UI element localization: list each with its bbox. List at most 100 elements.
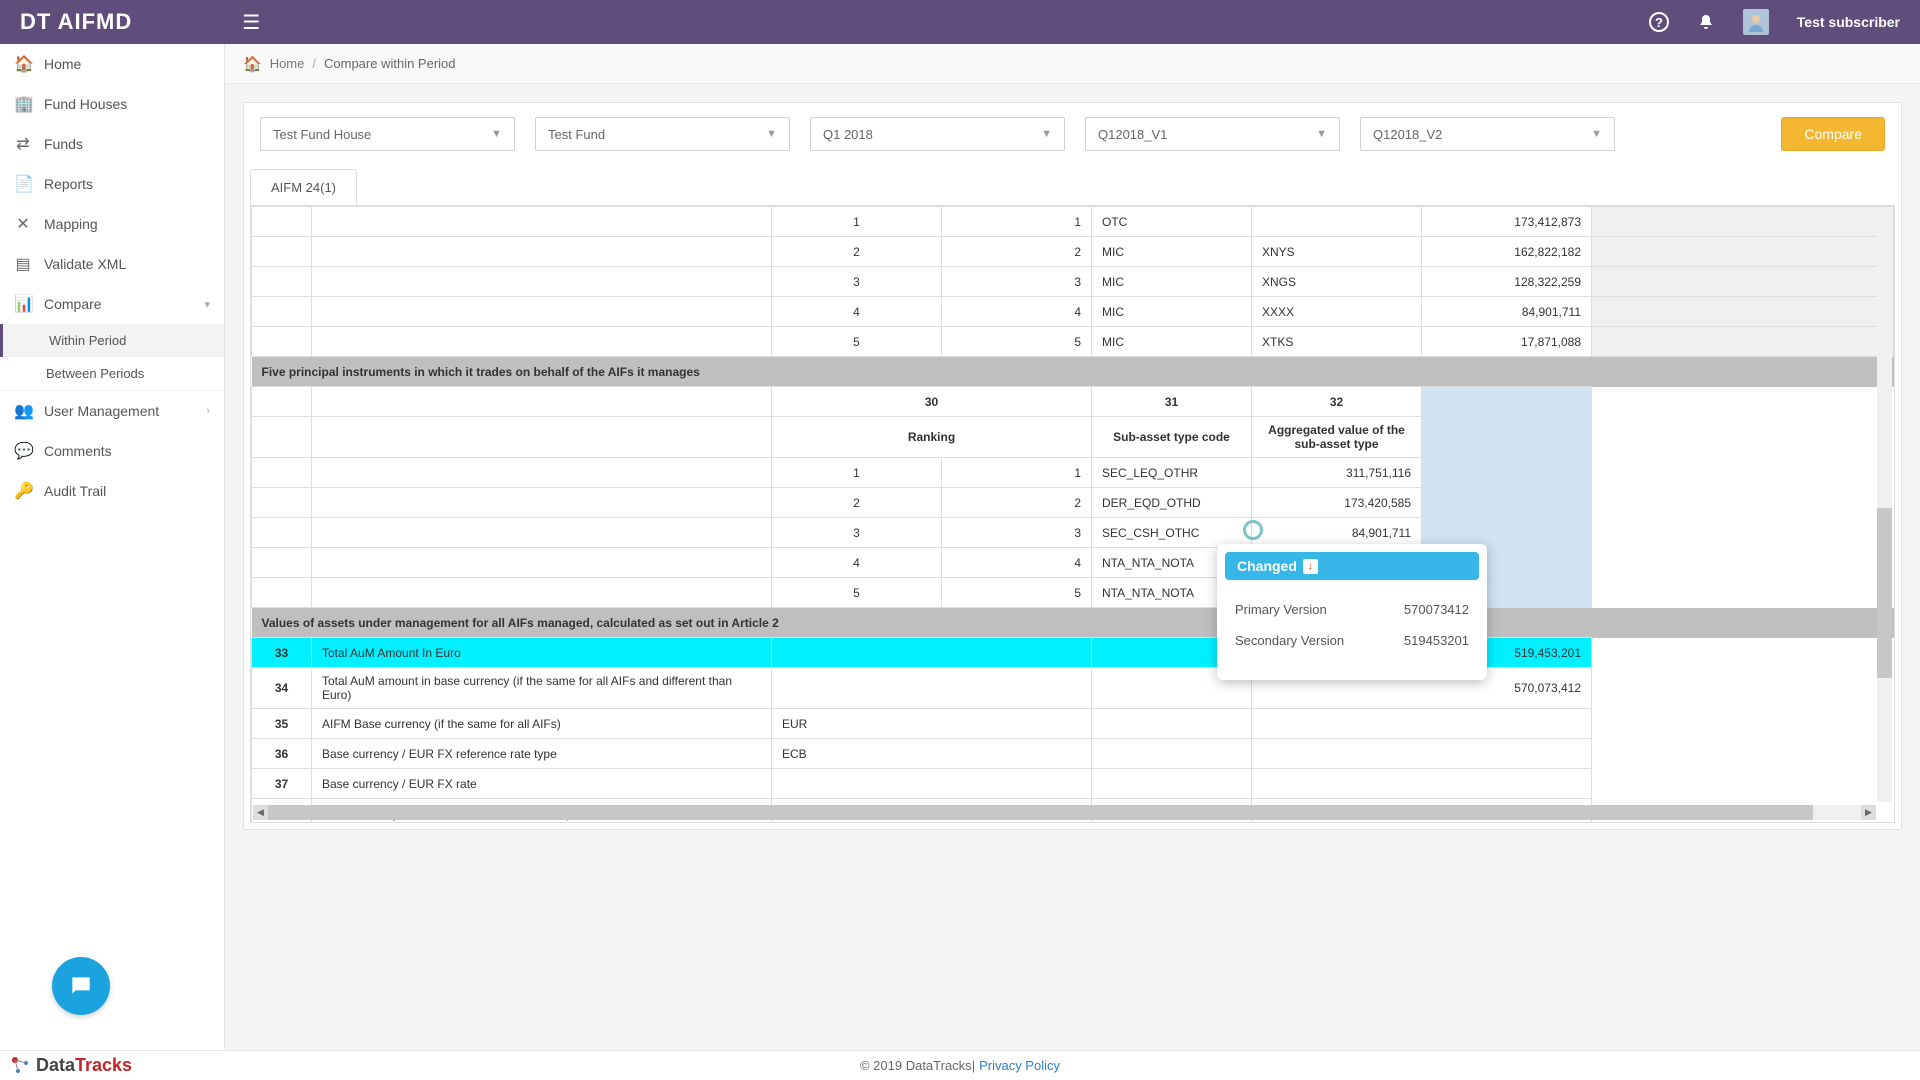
bell-icon[interactable] — [1697, 13, 1715, 31]
table-cell — [312, 237, 772, 267]
table-cell: 162,822,182 — [1422, 237, 1592, 267]
privacy-policy-link[interactable]: Privacy Policy — [979, 1058, 1060, 1073]
table-cell — [1592, 297, 1894, 327]
table-cell: 3 — [772, 267, 942, 297]
table-row: 303132 — [252, 387, 1894, 417]
logo-text-main: Data — [36, 1055, 75, 1076]
table-cell — [1092, 739, 1252, 769]
sidebar-item-comments[interactable]: 💬Comments — [0, 431, 224, 471]
compare-button[interactable]: Compare — [1781, 117, 1885, 151]
caret-down-icon: ▼ — [491, 128, 502, 140]
caret-down-icon: ▼ — [1591, 128, 1602, 140]
table-cell — [772, 638, 1092, 668]
chat-fab[interactable] — [52, 957, 110, 1015]
sidebar-item-audit-trail[interactable]: 🔑Audit Trail — [0, 471, 224, 511]
table-cell: 5 — [772, 578, 942, 608]
sidebar-item-label: User Management — [44, 403, 159, 419]
sidebar-item-user-management[interactable]: 👥User Management› — [0, 391, 224, 431]
table-cell: 2 — [772, 237, 942, 267]
table-row: 34Total AuM amount in base currency (if … — [252, 668, 1894, 709]
table-cell — [312, 518, 772, 548]
sidebar-item-label: Fund Houses — [44, 96, 127, 112]
table-cell: AIFM Base currency (if the same for all … — [312, 709, 772, 739]
table-cell — [1592, 267, 1894, 297]
building-icon: 🏢 — [14, 94, 32, 114]
tooltip-secondary-row: Secondary Version 519453201 — [1235, 625, 1469, 656]
sidebar: 🏠Home 🏢 Fund Houses ⇄Funds 📄Reports ✕Mapp… — [0, 44, 225, 1080]
table-cell: 37 — [252, 769, 312, 799]
chat-icon — [68, 973, 94, 999]
table-cell: 4 — [942, 548, 1092, 578]
sidebar-item-validate-xml[interactable]: ▤Validate XML — [0, 244, 224, 284]
sidebar-item-funds[interactable]: ⇄Funds — [0, 124, 224, 164]
footer-logo: DataTracks — [10, 1055, 132, 1077]
table-cell: 84,901,711 — [1422, 297, 1592, 327]
table-cell — [1422, 387, 1592, 458]
table-cell — [312, 548, 772, 578]
select-value: Test Fund House — [273, 127, 371, 142]
table-cell: DER_EQD_OTHD — [1092, 488, 1252, 518]
table-cell: Base currency / EUR FX rate — [312, 769, 772, 799]
sidebar-sub-within-period[interactable]: Within Period — [0, 324, 224, 357]
home-icon[interactable]: 🏠 — [243, 55, 262, 73]
table-cell: 5 — [772, 327, 942, 357]
tooltip-secondary-label: Secondary Version — [1235, 633, 1344, 648]
select-value: Q12018_V2 — [1373, 127, 1442, 142]
sidebar-item-reports[interactable]: 📄Reports — [0, 164, 224, 204]
table-cell: 3 — [942, 518, 1092, 548]
fund-house-select[interactable]: Test Fund House ▼ — [260, 117, 515, 151]
fund-select[interactable]: Test Fund▼ — [535, 117, 790, 151]
table-cell: 4 — [772, 548, 942, 578]
table-cell — [1592, 207, 1894, 237]
table-cell — [312, 458, 772, 488]
user-name[interactable]: Test subscriber — [1797, 14, 1900, 30]
scroll-left-icon[interactable]: ◀ — [253, 805, 268, 820]
sidebar-item-fund-houses[interactable]: 🏢 Fund Houses — [0, 84, 224, 124]
breadcrumb-home[interactable]: Home — [270, 56, 305, 71]
table-row: 33SEC_CSH_OTHC84,901,711 — [252, 518, 1894, 548]
table-cell: 1 — [942, 458, 1092, 488]
table-cell — [252, 237, 312, 267]
logo-icon — [10, 1055, 32, 1077]
version2-select[interactable]: Q12018_V2 ▼ — [1360, 117, 1615, 151]
scrollbar-thumb[interactable] — [1877, 508, 1892, 678]
caret-down-icon: ▼ — [1041, 128, 1052, 140]
sidebar-item-label: Mapping — [44, 216, 98, 232]
app-brand: DT AIFMD — [20, 9, 132, 35]
avatar-icon[interactable] — [1743, 9, 1769, 35]
select-value: Q12018_V1 — [1098, 127, 1167, 142]
vertical-scrollbar[interactable] — [1877, 208, 1892, 802]
table-row: Five principal instruments in which it t… — [252, 357, 1894, 387]
table-cell: XTKS — [1252, 327, 1422, 357]
version1-select[interactable]: Q12018_V1 ▼ — [1085, 117, 1340, 151]
menu-toggle-icon[interactable]: ☰ — [242, 10, 260, 35]
period-select[interactable]: Q1 2018▼ — [810, 117, 1065, 151]
sidebar-sub-between-periods[interactable]: Between Periods — [0, 357, 224, 391]
table-cell — [252, 578, 312, 608]
table-cell — [1422, 488, 1592, 518]
table-cell — [1092, 709, 1252, 739]
data-grid: 11OTC173,412,87322MICXNYS162,822,18233MI… — [250, 205, 1895, 823]
sidebar-item-home[interactable]: 🏠Home — [0, 44, 224, 84]
table-cell: Total AuM Amount In Euro — [312, 638, 772, 668]
help-icon[interactable]: ? — [1649, 12, 1669, 32]
table-cell: 2 — [942, 237, 1092, 267]
scroll-right-icon[interactable]: ▶ — [1861, 805, 1876, 820]
section-header: Values of assets under management for al… — [252, 608, 1894, 638]
table-cell — [252, 488, 312, 518]
table-cell — [252, 297, 312, 327]
caret-down-icon: ▼ — [1316, 128, 1327, 140]
horizontal-scrollbar[interactable]: ◀ ▶ — [253, 805, 1876, 820]
table-cell: XNGS — [1252, 267, 1422, 297]
select-value: Test Fund — [548, 127, 605, 142]
tab-aifm[interactable]: AIFM 24(1) — [250, 169, 357, 205]
sidebar-item-compare[interactable]: 📊Compare▾ — [0, 284, 224, 324]
table-cell: MIC — [1092, 267, 1252, 297]
scrollbar-track[interactable] — [268, 805, 1861, 820]
table-cell — [1252, 709, 1592, 739]
table-cell — [252, 548, 312, 578]
sidebar-item-mapping[interactable]: ✕Mapping — [0, 204, 224, 244]
breadcrumb: 🏠 Home / Compare within Period — [225, 44, 1920, 84]
scrollbar-thumb[interactable] — [268, 805, 1813, 820]
check-icon: ▤ — [14, 254, 32, 274]
